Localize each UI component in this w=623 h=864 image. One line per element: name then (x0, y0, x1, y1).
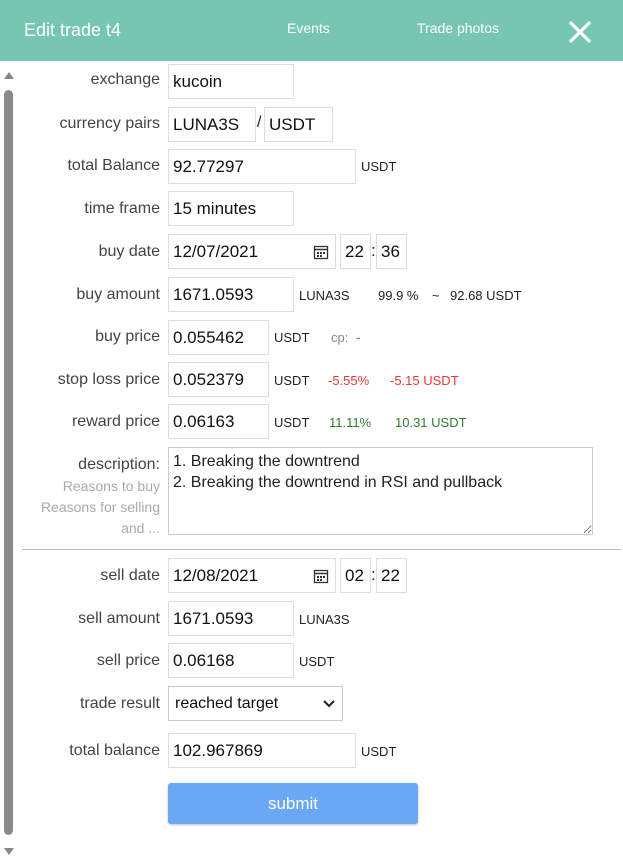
buy-price-unit: USDT (274, 330, 310, 345)
sell-price-unit: USDT (299, 654, 335, 669)
total-balance-unit: USDT (361, 159, 397, 174)
sell-minute-input[interactable]: 22 (376, 558, 407, 593)
buy-amount-label: buy amount (76, 286, 160, 303)
sell-price-label: sell price (96, 652, 160, 669)
buy-date-value: 12/07/2021 (173, 241, 259, 261)
stop-loss-label: stop loss price (57, 371, 160, 388)
description-label: description: (78, 456, 160, 473)
time-frame-input[interactable]: 15 minutes (168, 191, 294, 226)
dialog-header: Edit trade t4 Events Trade photos (0, 0, 623, 61)
buy-amount-approx: 92.68 USDT (450, 288, 522, 303)
description-hint-more: and ... (121, 520, 160, 536)
buy-amount-unit: LUNA3S (299, 288, 350, 303)
tab-trade-photos[interactable]: Trade photos (417, 20, 499, 36)
total-balance-label: total Balance (67, 157, 160, 174)
pair-separator: / (257, 114, 262, 131)
buy-date-label: buy date (98, 243, 160, 260)
chevron-down-icon (323, 700, 335, 708)
quote-currency-input[interactable]: USDT (264, 107, 333, 142)
close-icon[interactable] (566, 18, 594, 46)
scroll-down-icon[interactable] (4, 848, 14, 855)
reward-price-unit: USDT (274, 415, 310, 430)
buy-price-label: buy price (95, 328, 160, 345)
buy-hour-input[interactable]: 22 (340, 234, 371, 269)
reward-amount: 10.31 USDT (395, 415, 467, 430)
stop-loss-input[interactable]: 0.052379 (168, 362, 269, 397)
buy-date-input[interactable]: 12/07/2021 (168, 234, 336, 269)
sell-amount-unit: LUNA3S (299, 612, 350, 627)
sell-date-value: 12/08/2021 (173, 565, 259, 585)
sell-amount-label: sell amount (78, 610, 160, 627)
trade-result-value: reached target (175, 694, 279, 712)
exchange-label: exchange (90, 71, 160, 88)
sell-hour-input[interactable]: 02 (340, 558, 371, 593)
trade-result-select[interactable]: reached target (168, 686, 343, 721)
description-hint-buy: Reasons to buy (62, 478, 160, 494)
base-currency-input[interactable]: LUNA3S (168, 107, 256, 142)
buy-amount-tilde: ~ (432, 288, 440, 303)
stop-loss-percent: -5.55% (328, 373, 370, 388)
total-balance-input[interactable]: 92.77297 (168, 149, 356, 184)
final-total-balance-label: total balance (69, 742, 160, 759)
section-divider (22, 549, 621, 550)
final-total-balance-unit: USDT (361, 744, 397, 759)
time-frame-label: time frame (84, 200, 160, 217)
calendar-icon[interactable] (313, 244, 329, 260)
stop-loss-amount: -5.15 USDT (390, 373, 459, 388)
sell-price-input[interactable]: 0.06168 (168, 643, 294, 678)
description-hint-sell: Reasons for selling (40, 499, 160, 515)
exchange-input[interactable]: kucoin (168, 64, 294, 99)
buy-minute-input[interactable]: 36 (376, 234, 407, 269)
buy-amount-input[interactable]: 1671.0593 (168, 277, 294, 312)
stop-loss-unit: USDT (274, 373, 310, 388)
description-textarea[interactable] (168, 447, 593, 535)
cp-label: cp: (331, 330, 349, 345)
sell-date-input[interactable]: 12/08/2021 (168, 558, 336, 593)
cp-value: - (356, 330, 361, 345)
buy-price-input[interactable]: 0.055462 (168, 320, 269, 355)
tab-events[interactable]: Events (287, 20, 330, 36)
sell-amount-input[interactable]: 1671.0593 (168, 601, 294, 636)
buy-amount-percent: 99.9 % (378, 288, 419, 303)
calendar-icon[interactable] (313, 568, 329, 584)
sell-date-label: sell date (100, 567, 160, 584)
submit-button[interactable]: submit (168, 783, 418, 824)
final-total-balance-input[interactable]: 102.967869 (168, 733, 356, 768)
currency-pairs-label: currency pairs (59, 115, 160, 132)
reward-price-label: reward price (71, 413, 160, 430)
reward-percent: 11.11% (329, 415, 372, 430)
dialog-title: Edit trade t4 (24, 20, 122, 40)
reward-price-input[interactable]: 0.06163 (168, 404, 269, 439)
trade-result-label: trade result (79, 695, 160, 712)
